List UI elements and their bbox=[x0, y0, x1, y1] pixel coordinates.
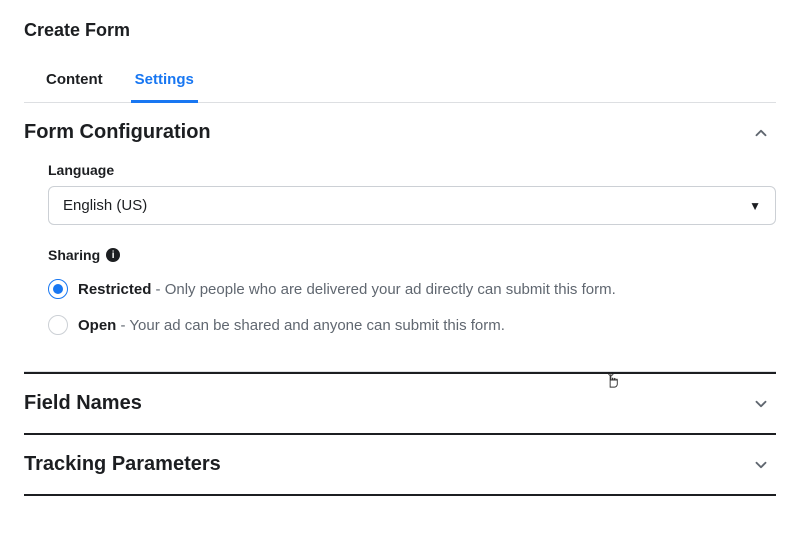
section-header-form-configuration[interactable]: Form Configuration bbox=[24, 103, 776, 162]
section-field-names: Field Names bbox=[24, 372, 776, 435]
tabs-bar: Content Settings bbox=[24, 61, 776, 103]
sharing-option-restricted[interactable]: Restricted - Only people who are deliver… bbox=[48, 271, 776, 307]
section-body-form-configuration: Language English (US) ▼ Sharing i Restri… bbox=[24, 162, 776, 371]
section-title-tracking-parameters: Tracking Parameters bbox=[24, 453, 221, 476]
section-form-configuration: Form Configuration Language English (US)… bbox=[24, 103, 776, 372]
language-select-value: English (US) bbox=[63, 197, 147, 214]
sharing-option-open[interactable]: Open - Your ad can be shared and anyone … bbox=[48, 307, 776, 343]
section-header-field-names[interactable]: Field Names bbox=[24, 374, 776, 433]
sharing-label: Sharing i bbox=[48, 247, 776, 263]
page-title: Create Form bbox=[24, 20, 776, 41]
sharing-open-label: Open - Your ad can be shared and anyone … bbox=[78, 317, 505, 334]
info-icon[interactable]: i bbox=[106, 248, 120, 262]
sharing-field: Sharing i Restricted - Only people who a… bbox=[48, 247, 776, 343]
chevron-down-icon bbox=[752, 395, 770, 413]
section-tracking-parameters: Tracking Parameters bbox=[24, 435, 776, 496]
language-label: Language bbox=[48, 162, 776, 178]
chevron-up-icon bbox=[752, 124, 770, 142]
caret-down-icon: ▼ bbox=[749, 199, 761, 213]
sharing-restricted-label: Restricted - Only people who are deliver… bbox=[78, 281, 616, 298]
sharing-restricted-name: Restricted bbox=[78, 281, 151, 298]
language-field: Language English (US) ▼ bbox=[48, 162, 776, 225]
section-title-form-configuration: Form Configuration bbox=[24, 121, 211, 144]
sharing-open-name: Open bbox=[78, 317, 116, 334]
radio-unselected-icon bbox=[48, 315, 68, 335]
chevron-down-icon bbox=[752, 456, 770, 474]
section-header-tracking-parameters[interactable]: Tracking Parameters bbox=[24, 435, 776, 494]
tab-settings[interactable]: Settings bbox=[131, 61, 198, 103]
sharing-label-text: Sharing bbox=[48, 247, 100, 263]
sharing-restricted-desc: - Only people who are delivered your ad … bbox=[151, 281, 615, 298]
sharing-open-desc: - Your ad can be shared and anyone can s… bbox=[116, 317, 505, 334]
section-title-field-names: Field Names bbox=[24, 392, 142, 415]
tab-content[interactable]: Content bbox=[42, 61, 107, 103]
language-select[interactable]: English (US) ▼ bbox=[48, 186, 776, 225]
radio-selected-icon bbox=[48, 279, 68, 299]
